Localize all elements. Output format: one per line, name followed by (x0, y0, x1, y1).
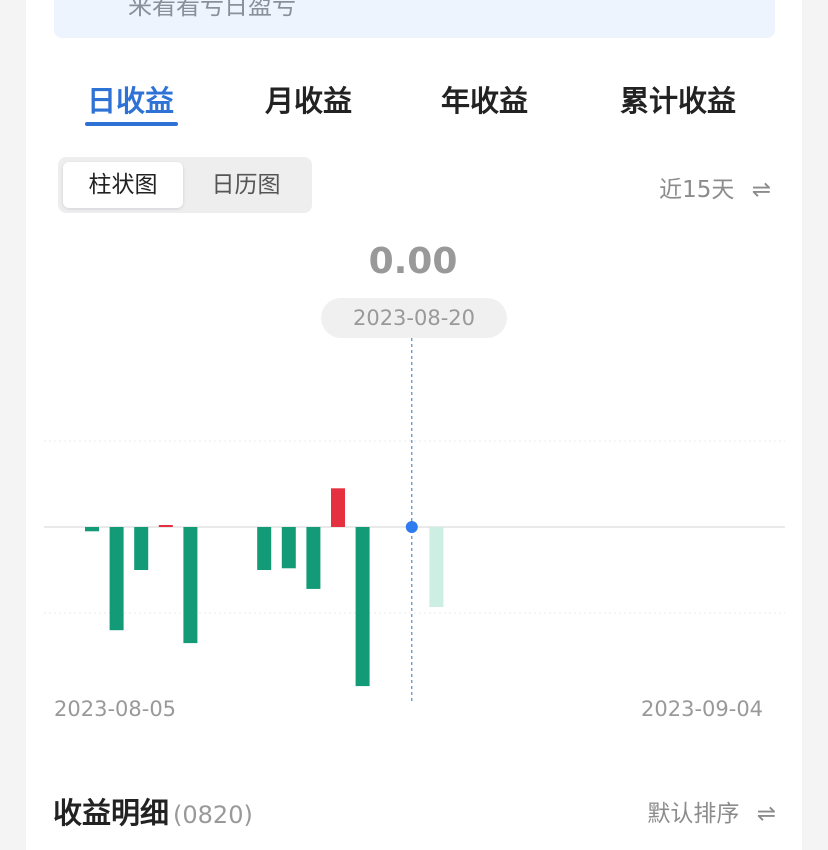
details-title-text: 收益明细 (53, 796, 170, 830)
sort-label: 默认排序 (647, 801, 740, 827)
daily-earnings-bar-chart[interactable] (0, 330, 828, 710)
bar-2023-08-14[interactable] (306, 527, 321, 589)
tab-cumulative[interactable]: 累计收益 (620, 78, 736, 120)
bar-2023-08-12[interactable] (257, 527, 272, 570)
notice-banner[interactable]: 来看看亏日盈亏 (54, 0, 775, 38)
tab-monthly[interactable]: 月收益 (265, 78, 352, 120)
swap-arrows-icon: ⇌ (751, 177, 771, 203)
bar-2023-08-06[interactable] (109, 527, 124, 631)
sort-selector[interactable]: 默认排序 ⇌ (647, 794, 776, 828)
bar-2023-08-13[interactable] (281, 527, 296, 569)
x-axis-end-label: 2023-09-04 (641, 697, 764, 721)
bar-2023-08-15[interactable] (331, 488, 345, 527)
bar-2023-08-07[interactable] (134, 527, 149, 570)
range-selector[interactable]: 近15天 ⇌ (659, 170, 771, 204)
details-title: 收益明细 (0820) (53, 790, 253, 832)
selected-value: 0.00 (368, 241, 458, 282)
x-axis-start-label: 2023-08-05 (54, 697, 177, 721)
swap-arrows-icon: ⇌ (756, 801, 776, 827)
active-tab-indicator (85, 122, 178, 126)
tab-daily[interactable]: 日收益 (87, 78, 174, 120)
selected-point-marker[interactable] (405, 521, 418, 533)
tab-yearly[interactable]: 年收益 (441, 78, 528, 120)
bar-2023-08-16[interactable] (355, 527, 370, 687)
calendar-toggle[interactable]: 日历图 (186, 162, 306, 208)
bar-chart-toggle[interactable]: 柱状图 (63, 162, 183, 208)
banner-text: 来看看亏日盈亏 (128, 0, 296, 20)
earnings-tabs: 日收益 月收益 年收益 累计收益 (0, 72, 828, 132)
range-label: 近15天 (659, 177, 735, 203)
bar-2023-08-05[interactable] (85, 527, 99, 532)
bar-2023-08-09[interactable] (183, 527, 198, 644)
details-count: (0820) (173, 801, 253, 829)
bar-2023-08-19[interactable] (429, 527, 444, 607)
bar-2023-08-08[interactable] (158, 525, 173, 527)
view-toggle: 柱状图 日历图 (58, 157, 312, 213)
